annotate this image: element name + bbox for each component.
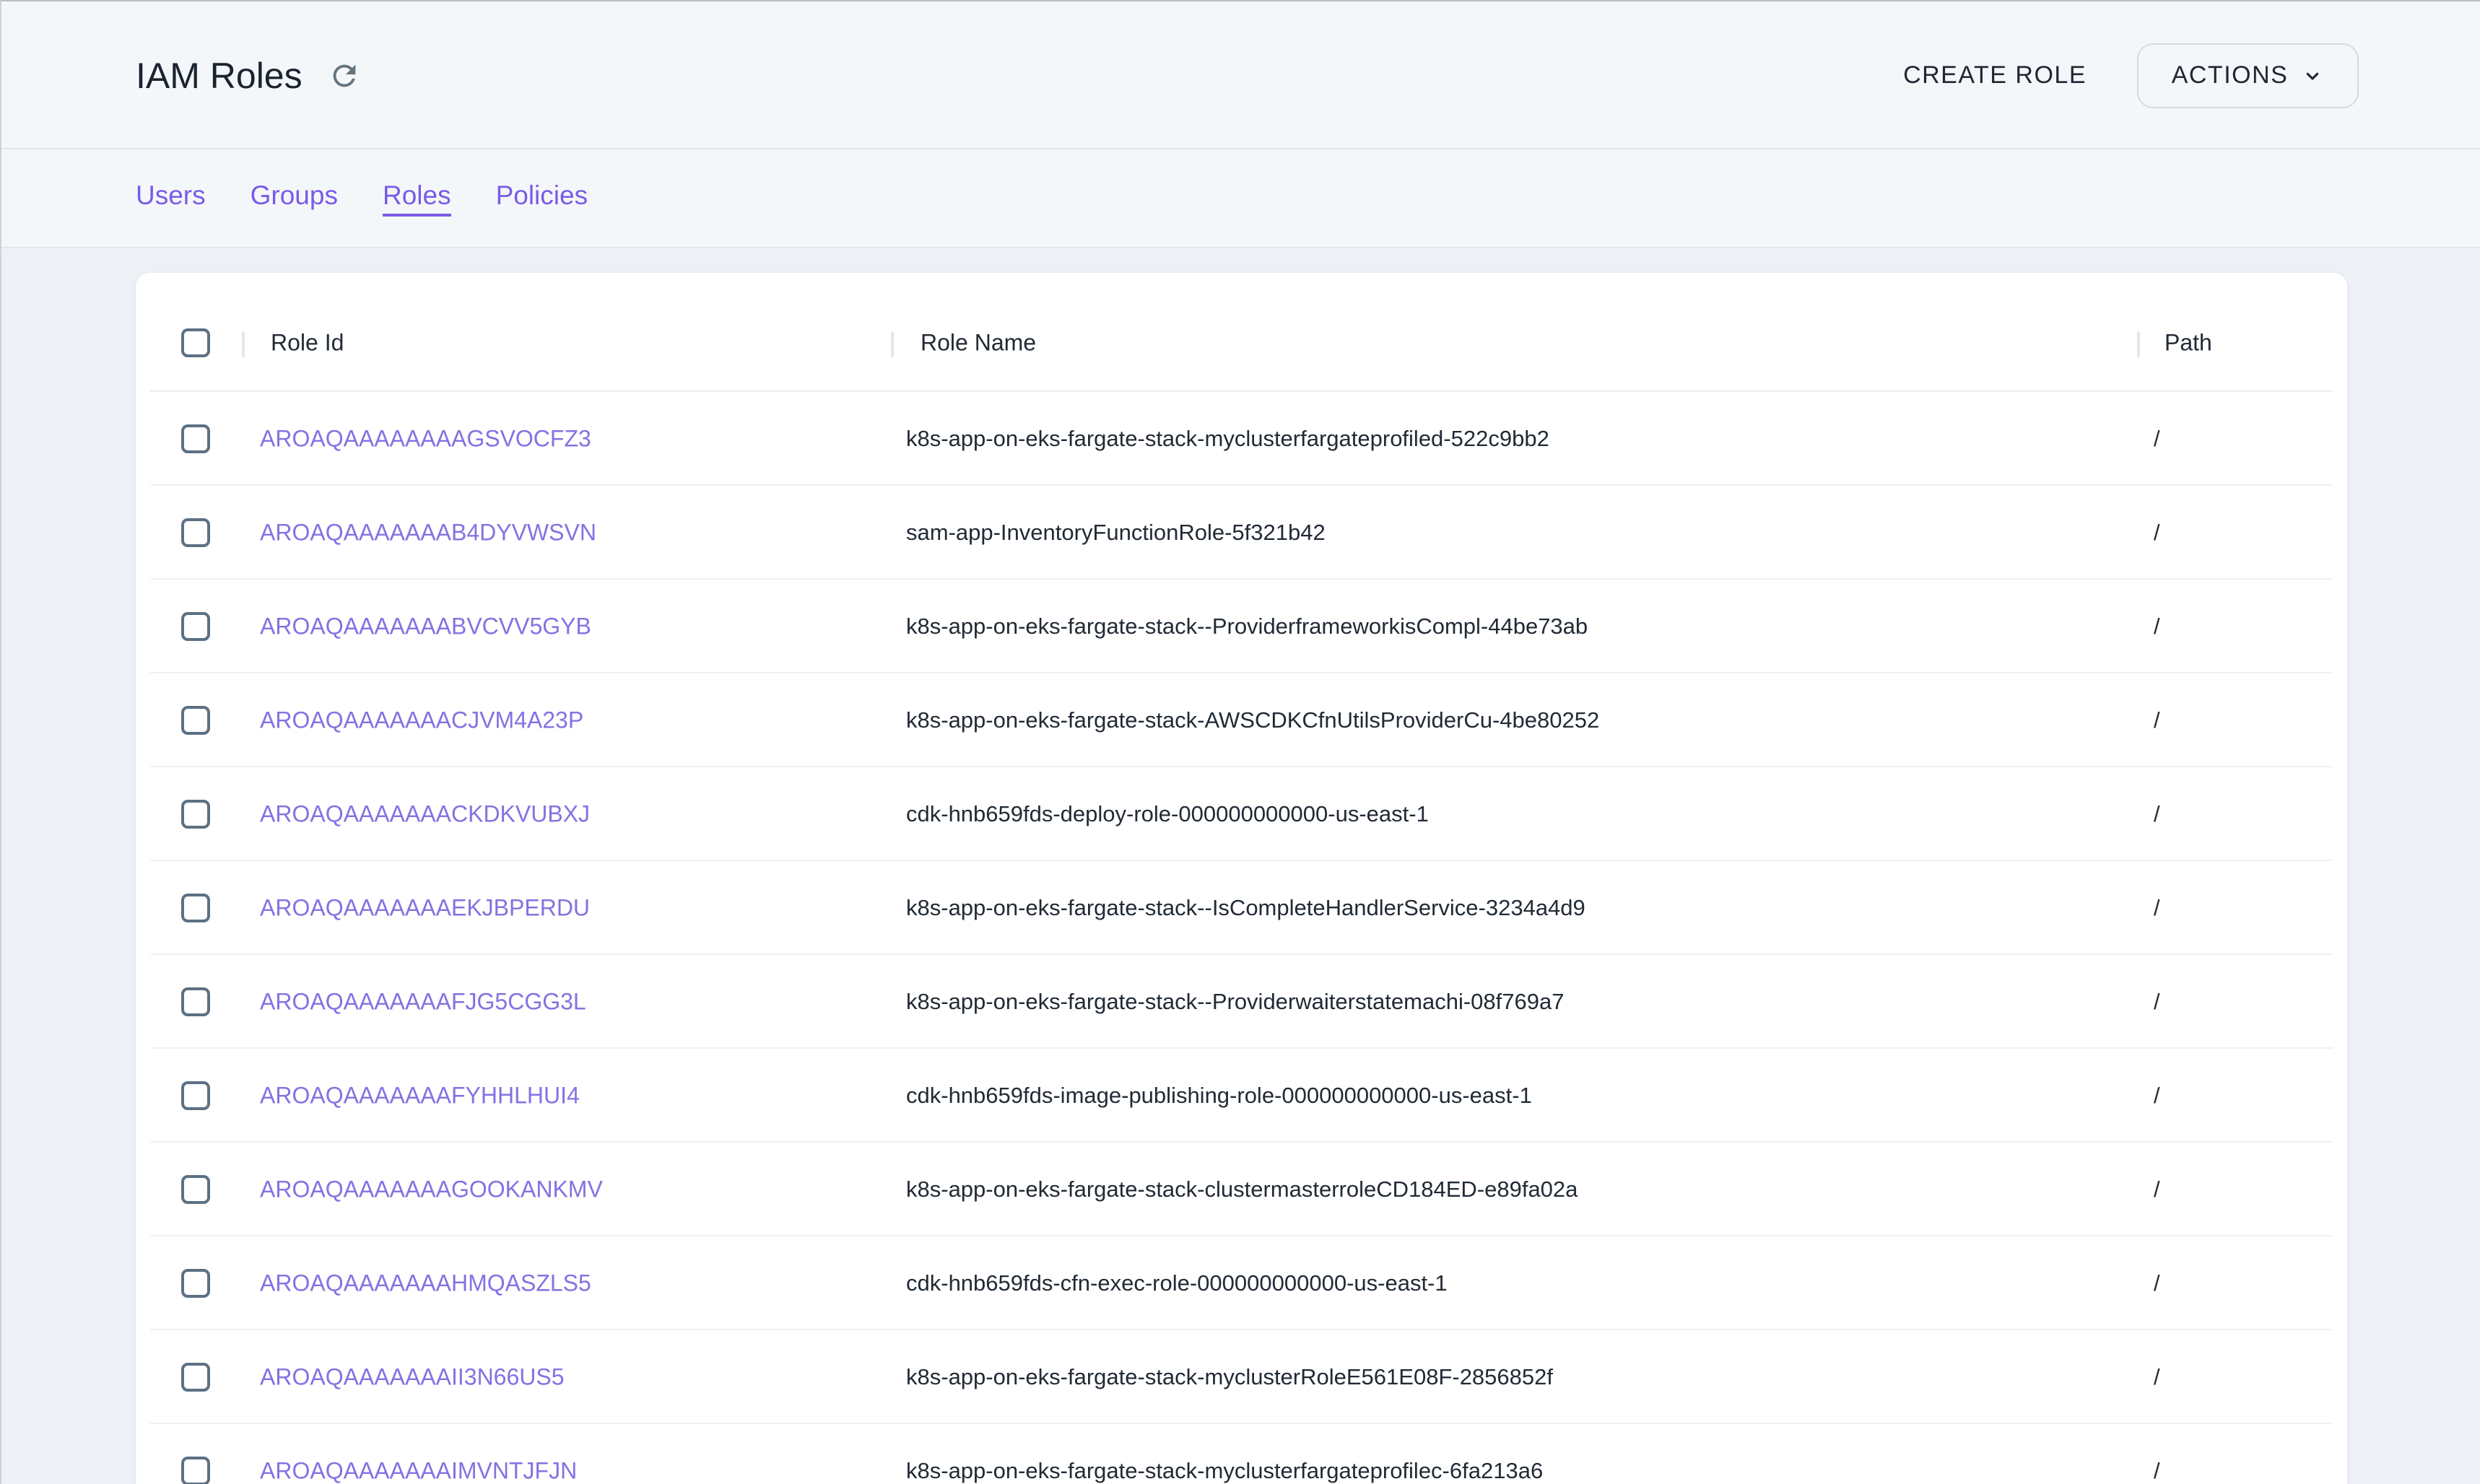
role-id-link[interactable]: AROAQAAAAAAACJVM4A23P bbox=[260, 707, 583, 733]
role-path-cell: / bbox=[2154, 1270, 2160, 1296]
row-checkbox[interactable] bbox=[181, 1457, 210, 1484]
column-header-role-name[interactable]: Role Name bbox=[921, 330, 1036, 357]
refresh-icon bbox=[328, 59, 361, 92]
role-name-cell: k8s-app-on-eks-fargate-stack-myclusterfa… bbox=[906, 1458, 1543, 1484]
create-role-button[interactable]: CREATE ROLE bbox=[1896, 61, 2094, 90]
roles-table-card: Role Id Role Name Path AROAQAAAAAAAAGSVO… bbox=[135, 272, 2348, 1484]
row-checkbox[interactable] bbox=[181, 612, 210, 641]
role-name-cell: k8s-app-on-eks-fargate-stack-myclusterRo… bbox=[906, 1364, 1553, 1390]
table-row: AROAQAAAAAAABVCVV5GYB k8s-app-on-eks-far… bbox=[136, 580, 2347, 673]
role-path-cell: / bbox=[2154, 801, 2160, 827]
row-checkbox[interactable] bbox=[181, 1175, 210, 1204]
column-resize-handle[interactable] bbox=[242, 331, 245, 357]
column-resize-handle[interactable] bbox=[2137, 331, 2140, 357]
tab-users[interactable]: Users bbox=[136, 180, 206, 217]
role-name-cell: k8s-app-on-eks-fargate-stack-myclusterfa… bbox=[906, 426, 1549, 452]
row-checkbox[interactable] bbox=[181, 1081, 210, 1110]
table-row: AROAQAAAAAAACKDKVUBXJ cdk-hnb659fds-depl… bbox=[136, 767, 2347, 861]
role-id-link[interactable]: AROAQAAAAAAAII3N66US5 bbox=[260, 1364, 565, 1390]
table-row: AROAQAAAAAAAFYHHLHUI4 cdk-hnb659fds-imag… bbox=[136, 1049, 2347, 1143]
iam-section-tabs: Users Groups Roles Policies bbox=[1, 149, 2480, 248]
role-name-cell: k8s-app-on-eks-fargate-stack-AWSCDKCfnUt… bbox=[906, 707, 1599, 733]
column-header-path[interactable]: Path bbox=[2164, 330, 2212, 357]
row-checkbox[interactable] bbox=[181, 706, 210, 735]
role-name-cell: k8s-app-on-eks-fargate-stack--Providerfr… bbox=[906, 614, 1588, 640]
tab-policies[interactable]: Policies bbox=[496, 180, 588, 217]
row-checkbox[interactable] bbox=[181, 424, 210, 453]
row-checkbox[interactable] bbox=[181, 894, 210, 922]
actions-dropdown-button[interactable]: ACTIONS bbox=[2137, 43, 2359, 108]
refresh-button[interactable] bbox=[327, 58, 362, 93]
role-path-cell: / bbox=[2154, 1458, 2160, 1484]
role-path-cell: / bbox=[2154, 1177, 2160, 1203]
table-row: AROAQAAAAAAAHMQASZLS5 cdk-hnb659fds-cfn-… bbox=[136, 1236, 2347, 1330]
role-path-cell: / bbox=[2154, 1083, 2160, 1109]
page-title: IAM Roles bbox=[136, 55, 303, 97]
column-resize-handle[interactable] bbox=[891, 331, 894, 357]
table-body: AROAQAAAAAAAAGSVOCFZ3 k8s-app-on-eks-far… bbox=[136, 392, 2347, 1484]
role-name-cell: cdk-hnb659fds-cfn-exec-role-000000000000… bbox=[906, 1270, 1448, 1296]
role-id-link[interactable]: AROAQAAAAAAAHMQASZLS5 bbox=[260, 1270, 591, 1296]
actions-button-label: ACTIONS bbox=[2172, 61, 2289, 90]
role-name-cell: k8s-app-on-eks-fargate-stack--Providerwa… bbox=[906, 989, 1564, 1015]
table-row: AROAQAAAAAAAII3N66US5 k8s-app-on-eks-far… bbox=[136, 1330, 2347, 1424]
role-id-link[interactable]: AROAQAAAAAAAB4DYVWSVN bbox=[260, 520, 596, 546]
table-row: AROAQAAAAAAACJVM4A23P k8s-app-on-eks-far… bbox=[136, 673, 2347, 767]
role-path-cell: / bbox=[2154, 895, 2160, 921]
role-name-cell: k8s-app-on-eks-fargate-stack-clustermast… bbox=[906, 1177, 1578, 1203]
row-checkbox[interactable] bbox=[181, 1269, 210, 1298]
row-checkbox[interactable] bbox=[181, 518, 210, 547]
role-name-cell: k8s-app-on-eks-fargate-stack--IsComplete… bbox=[906, 895, 1585, 921]
table-row: AROAQAAAAAAAEKJBPERDU k8s-app-on-eks-far… bbox=[136, 861, 2347, 955]
table-row: AROAQAAAAAAAIMVNTJFJN k8s-app-on-eks-far… bbox=[136, 1424, 2347, 1484]
table-row: AROAQAAAAAAAGOOKANKMV k8s-app-on-eks-far… bbox=[136, 1143, 2347, 1236]
chevron-down-icon bbox=[2301, 64, 2324, 87]
iam-roles-page: IAM Roles CREATE ROLE ACTIONS bbox=[0, 0, 2480, 1484]
row-checkbox[interactable] bbox=[181, 987, 210, 1016]
role-id-link[interactable]: AROAQAAAAAAABVCVV5GYB bbox=[260, 614, 591, 640]
select-all-checkbox[interactable] bbox=[181, 328, 210, 357]
role-id-link[interactable]: AROAQAAAAAAAIMVNTJFJN bbox=[260, 1458, 577, 1484]
role-name-cell: cdk-hnb659fds-deploy-role-000000000000-u… bbox=[906, 801, 1429, 827]
role-id-link[interactable]: AROAQAAAAAAAFJG5CGG3L bbox=[260, 989, 586, 1015]
role-id-link[interactable]: AROAQAAAAAAAGOOKANKMV bbox=[260, 1177, 603, 1203]
role-path-cell: / bbox=[2154, 1364, 2160, 1390]
role-name-cell: cdk-hnb659fds-image-publishing-role-0000… bbox=[906, 1083, 1532, 1109]
column-header-role-id[interactable]: Role Id bbox=[271, 330, 344, 357]
content-area: Role Id Role Name Path AROAQAAAAAAAAGSVO… bbox=[1, 248, 2480, 1484]
role-id-link[interactable]: AROAQAAAAAAAFYHHLHUI4 bbox=[260, 1083, 580, 1109]
tab-groups[interactable]: Groups bbox=[251, 180, 338, 217]
table-row: AROAQAAAAAAAB4DYVWSVN sam-app-InventoryF… bbox=[136, 486, 2347, 580]
role-id-link[interactable]: AROAQAAAAAAAEKJBPERDU bbox=[260, 895, 590, 921]
page-header: IAM Roles CREATE ROLE ACTIONS bbox=[1, 1, 2480, 149]
table-row: AROAQAAAAAAAFJG5CGG3L k8s-app-on-eks-far… bbox=[136, 955, 2347, 1049]
role-name-cell: sam-app-InventoryFunctionRole-5f321b42 bbox=[906, 520, 1326, 546]
role-path-cell: / bbox=[2154, 614, 2160, 640]
row-checkbox[interactable] bbox=[181, 800, 210, 829]
role-path-cell: / bbox=[2154, 707, 2160, 733]
table-header-row: Role Id Role Name Path bbox=[136, 273, 2347, 392]
role-path-cell: / bbox=[2154, 989, 2160, 1015]
role-path-cell: / bbox=[2154, 426, 2160, 452]
tab-roles[interactable]: Roles bbox=[383, 180, 451, 217]
row-checkbox[interactable] bbox=[181, 1363, 210, 1392]
table-row: AROAQAAAAAAAAGSVOCFZ3 k8s-app-on-eks-far… bbox=[136, 392, 2347, 486]
role-id-link[interactable]: AROAQAAAAAAAAGSVOCFZ3 bbox=[260, 426, 591, 452]
role-id-link[interactable]: AROAQAAAAAAACKDKVUBXJ bbox=[260, 801, 590, 827]
role-path-cell: / bbox=[2154, 520, 2160, 546]
